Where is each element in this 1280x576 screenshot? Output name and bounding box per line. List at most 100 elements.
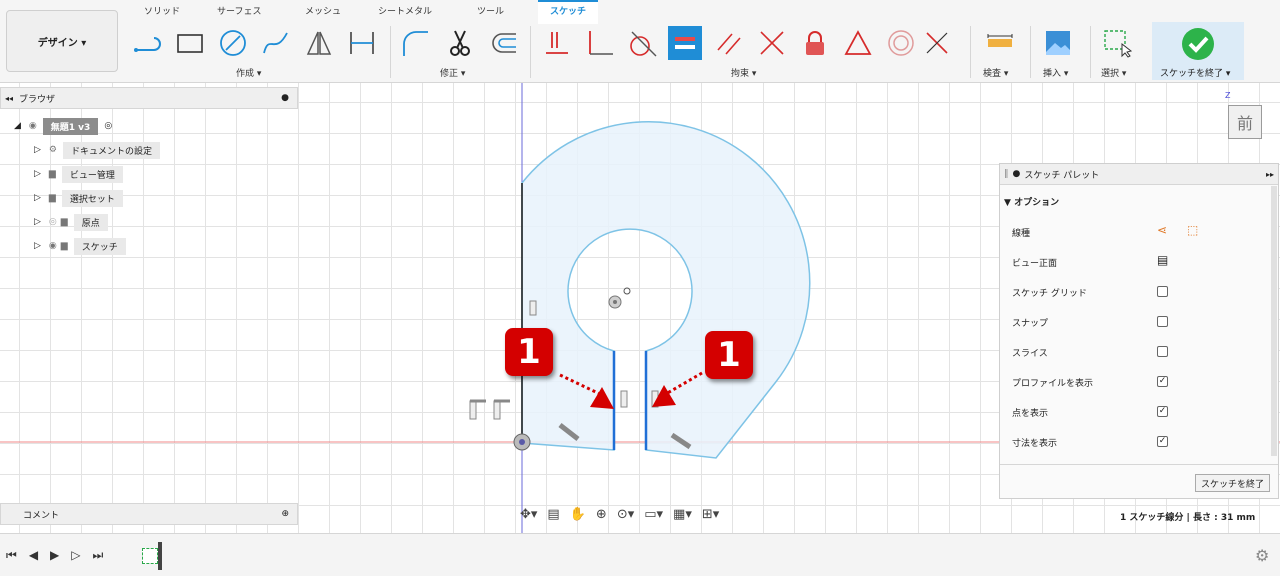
- drag-handle-icon[interactable]: ‖: [1004, 169, 1009, 179]
- browser-item-label: 選択セット: [61, 189, 123, 207]
- browser-header[interactable]: ◂◂ ブラウザ ●: [0, 87, 298, 109]
- timeline-marker[interactable]: [158, 542, 162, 570]
- browser-item[interactable]: ▷ ▆ 選択セット: [34, 189, 160, 207]
- select-tool-button[interactable]: [1100, 26, 1134, 60]
- activate-radio-icon[interactable]: ◎: [104, 121, 112, 131]
- insert-image-button[interactable]: [1041, 26, 1075, 60]
- midpoint-constraint-button[interactable]: [920, 26, 954, 60]
- timeline-bar: ⏮ ◀ ▶ ▷ ⏭ ⚙: [0, 533, 1280, 576]
- browser-root[interactable]: ◢ ◉ 無題1 v3 ◎: [14, 117, 160, 135]
- expand-arrow-icon[interactable]: ▷: [34, 241, 41, 251]
- expand-arrow-icon[interactable]: ▷: [34, 169, 41, 179]
- centerline-icon[interactable]: ⬚: [1187, 223, 1198, 237]
- folder-icon: ▆: [60, 241, 68, 251]
- fillet-tool-button[interactable]: [398, 26, 432, 60]
- expand-arrow-icon[interactable]: ◢: [14, 121, 21, 131]
- parallel-constraint-button[interactable]: [712, 26, 746, 60]
- sketch-grid-checkbox[interactable]: [1157, 286, 1168, 297]
- eye-icon[interactable]: ◉: [49, 241, 57, 251]
- slice-checkbox[interactable]: [1157, 346, 1168, 357]
- insert-group-label[interactable]: 挿入 ▾: [1043, 66, 1068, 79]
- sketch-profile[interactable]: [521, 121, 811, 459]
- go-to-end-icon[interactable]: ⏭: [93, 548, 104, 563]
- tab-sheet-metal[interactable]: シートメタル: [378, 4, 432, 17]
- tangent-constraint-button[interactable]: [626, 26, 660, 60]
- finish-sketch-button[interactable]: スケッチを終了 ▾: [1152, 22, 1244, 80]
- tab-tools[interactable]: ツール: [477, 4, 504, 17]
- browser-item[interactable]: ▷ ◎ ▆ 原点: [34, 213, 160, 231]
- equal-constraint-button[interactable]: [668, 26, 702, 60]
- palette-expand-icon[interactable]: ▸▸: [1266, 170, 1274, 179]
- spline-tool-button[interactable]: [259, 26, 293, 60]
- browser-item-label: ドキュメントの設定: [63, 141, 161, 159]
- palette-row-label: スナップ: [1012, 318, 1049, 329]
- finish-sketch-label: スケッチを終了 ▾: [1160, 69, 1231, 79]
- comment-panel[interactable]: コメント ⊕: [0, 503, 298, 525]
- palette-row-label: スライス: [1012, 348, 1048, 359]
- symmetry-constraint-button[interactable]: [841, 26, 875, 60]
- timeline-sketch-item[interactable]: [142, 548, 158, 564]
- options-section-header[interactable]: ▼ オプション: [1004, 195, 1059, 208]
- trim-tool-button[interactable]: [443, 26, 477, 60]
- zoom-window-icon[interactable]: ⊙▾: [617, 507, 634, 522]
- tab-surface[interactable]: サーフェス: [217, 4, 261, 17]
- show-dimensions-checkbox[interactable]: ✓: [1157, 436, 1168, 447]
- play-icon[interactable]: ▶: [50, 548, 59, 563]
- concentric-constraint-button[interactable]: [884, 26, 918, 60]
- perpendicular-constraint-button[interactable]: [583, 26, 617, 60]
- create-group-label[interactable]: 作成 ▾: [236, 66, 261, 79]
- browser-minimize-icon[interactable]: ●: [281, 93, 289, 103]
- section-collapse-icon: ▼: [1004, 198, 1015, 208]
- dimension-tool-button[interactable]: [345, 26, 379, 60]
- zoom-icon[interactable]: ⊕: [596, 507, 607, 522]
- snap-checkbox[interactable]: [1157, 316, 1168, 327]
- viewports-icon[interactable]: ⊞▾: [702, 507, 719, 522]
- show-profile-checkbox[interactable]: ✓: [1157, 376, 1168, 387]
- palette-scrollbar[interactable]: [1271, 186, 1277, 456]
- palette-header[interactable]: ‖ ● スケッチ パレット ▸▸: [1000, 164, 1278, 185]
- eye-hidden-icon[interactable]: ◎: [49, 217, 57, 227]
- mirror-tool-button[interactable]: [302, 26, 336, 60]
- pan-hand-icon[interactable]: ✋: [570, 507, 586, 522]
- look-at-icon[interactable]: ▤: [547, 507, 559, 522]
- tab-sketch[interactable]: スケッチ: [550, 4, 586, 17]
- modify-group-label[interactable]: 修正 ▾: [440, 66, 465, 79]
- coincident-constraint-button[interactable]: [540, 26, 574, 60]
- browser-item[interactable]: ▷ ◉ ▆ スケッチ: [34, 237, 160, 255]
- root-component[interactable]: 無題1 v3: [42, 117, 99, 135]
- collapse-icon[interactable]: ◂◂: [5, 94, 13, 103]
- go-to-start-icon[interactable]: ⏮: [6, 548, 17, 563]
- palette-minimize-icon[interactable]: ●: [1013, 169, 1021, 179]
- rectangle-tool-button[interactable]: [173, 26, 207, 60]
- fix-constraint-button[interactable]: [798, 26, 832, 60]
- grid-settings-icon[interactable]: ▦▾: [673, 507, 692, 522]
- horizontal-constraint-button[interactable]: [755, 26, 789, 60]
- expand-arrow-icon[interactable]: ▷: [34, 145, 41, 155]
- display-settings-icon[interactable]: ▭▾: [644, 507, 663, 522]
- line-tool-button[interactable]: [130, 26, 164, 60]
- inspect-group-label[interactable]: 検査 ▾: [983, 66, 1008, 79]
- browser-item[interactable]: ▷ ⚙ ドキュメントの設定: [34, 141, 161, 159]
- show-points-checkbox[interactable]: ✓: [1157, 406, 1168, 417]
- select-group-label[interactable]: 選択 ▾: [1101, 66, 1126, 79]
- step-forward-icon[interactable]: ▷: [71, 548, 80, 563]
- look-at-icon[interactable]: ▤: [1157, 253, 1168, 267]
- circle-tool-button[interactable]: [216, 26, 250, 60]
- add-comment-icon[interactable]: ⊕: [281, 509, 289, 519]
- orbit-icon[interactable]: ✥▾: [520, 507, 537, 522]
- measure-tool-button[interactable]: [983, 26, 1017, 60]
- timeline-settings-gear-icon[interactable]: ⚙: [1255, 546, 1269, 565]
- construction-line-icon[interactable]: ⋖: [1157, 223, 1167, 237]
- constraints-group-label[interactable]: 拘束 ▾: [731, 66, 756, 79]
- view-cube[interactable]: 前: [1228, 105, 1262, 139]
- palette-finish-sketch-button[interactable]: スケッチを終了: [1195, 474, 1270, 492]
- expand-arrow-icon[interactable]: ▷: [34, 217, 41, 227]
- tab-mesh[interactable]: メッシュ: [305, 4, 341, 17]
- tab-solid[interactable]: ソリッド: [144, 4, 180, 17]
- eye-icon[interactable]: ◉: [29, 121, 37, 131]
- design-workspace-menu[interactable]: デザイン ▾: [6, 10, 118, 72]
- step-back-icon[interactable]: ◀: [29, 548, 38, 563]
- offset-tool-button[interactable]: [486, 26, 520, 60]
- expand-arrow-icon[interactable]: ▷: [34, 193, 41, 203]
- browser-item[interactable]: ▷ ▆ ビュー管理: [34, 165, 160, 183]
